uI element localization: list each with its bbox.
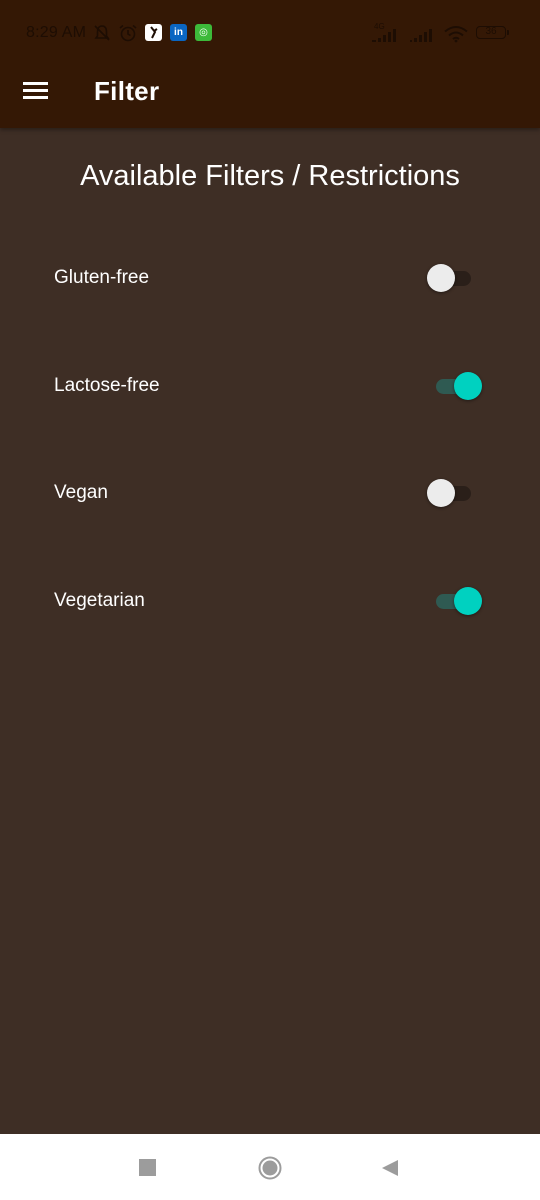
alarm-icon [119,24,137,42]
switch-thumb [454,372,482,400]
filter-row-gluten-free[interactable]: Gluten-free [0,250,540,306]
mute-icon [94,25,110,41]
battery-icon: 36 [476,26,506,39]
filter-label: Vegetarian [54,590,145,611]
back-icon[interactable] [380,1158,400,1178]
switch-thumb [427,479,455,507]
vegan-switch[interactable] [422,475,488,511]
status-bar: 8:29 AM in ◎ 4G 36 [0,0,540,66]
hamburger-menu-icon[interactable] [18,76,54,106]
gluten-free-switch[interactable] [422,260,488,296]
status-time: 8:29 AM [26,24,87,41]
battery-tip [507,30,509,35]
wifi-icon [444,26,468,43]
signal-icon [372,29,396,42]
switch-thumb [427,264,455,292]
app-bar: 8:29 AM in ◎ 4G 36 Filter [0,0,540,128]
section-title: Available Filters / Restrictions [80,160,460,192]
filter-label: Gluten-free [54,267,150,288]
lactose-free-switch[interactable] [422,368,488,404]
recent-apps-icon[interactable] [139,1159,156,1176]
switch-thumb [454,587,482,615]
system-nav-bar [0,1134,540,1200]
vegetarian-switch[interactable] [422,583,488,619]
page-title: Filter [94,76,160,106]
filter-row-vegetarian[interactable]: Vegetarian [0,573,540,629]
app-notification-icon [145,24,162,41]
filter-label: Vegan [54,482,108,503]
filter-row-lactose-free[interactable]: Lactose-free [0,358,540,414]
home-icon[interactable] [258,1156,282,1180]
filter-row-vegan[interactable]: Vegan [0,465,540,521]
linkedin-icon: in [170,24,187,41]
signal-icon-2 [410,29,432,42]
wechat-icon: ◎ [195,24,212,41]
filter-label: Lactose-free [54,375,160,396]
